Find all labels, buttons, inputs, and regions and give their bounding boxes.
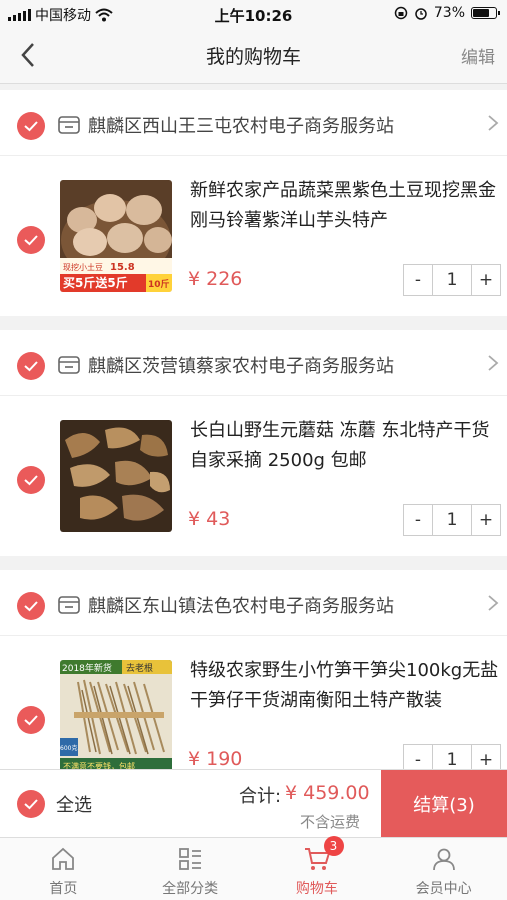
- quantity-value[interactable]: 1: [432, 265, 472, 295]
- battery-icon: [471, 7, 500, 19]
- shop-icon: [58, 356, 80, 374]
- check-icon: [24, 235, 38, 246]
- tab-member-center[interactable]: 会员中心: [380, 838, 507, 900]
- battery-fill: [473, 9, 490, 17]
- product-title[interactable]: 新鲜农家产品蔬菜黑紫色土豆现挖黑金刚马铃薯紫洋山芋头特产: [190, 176, 502, 236]
- product-title[interactable]: 特级农家野生小竹笋干笋尖100kg无盐干笋仔干货湖南衡阳土特产散装: [190, 656, 502, 716]
- check-icon: [24, 715, 38, 726]
- store-checkbox[interactable]: [17, 352, 45, 380]
- product-price: ¥ 43: [188, 508, 231, 530]
- store-header: 麒麟区茨营镇蔡家农村电子商务服务站: [0, 330, 507, 396]
- select-all-label[interactable]: 全选: [56, 791, 92, 817]
- user-icon: [432, 848, 455, 871]
- nav-bar: 我的购物车 编辑: [0, 28, 507, 84]
- shop-icon: [58, 596, 80, 614]
- tab-label: 首页: [49, 881, 78, 897]
- image-tag-price: 15.8: [110, 262, 135, 273]
- quantity-stepper: - 1 +: [403, 264, 501, 296]
- store-checkbox[interactable]: [17, 112, 45, 140]
- select-all-checkbox[interactable]: [17, 790, 45, 818]
- item-checkbox[interactable]: [17, 226, 45, 254]
- product-image-mushrooms[interactable]: [60, 420, 172, 532]
- tab-categories[interactable]: 全部分类: [127, 838, 254, 900]
- battery-percent: 73%: [433, 5, 465, 21]
- cart-item: 现挖小土豆 15.8 买5斤送5斤 10斤 新鲜农家产品蔬菜黑紫色土豆现挖黑金刚…: [0, 156, 507, 316]
- tab-cart[interactable]: 3 购物车: [254, 836, 381, 900]
- decrement-button[interactable]: -: [404, 505, 432, 535]
- status-bar: 中国移动 上午10:26 73%: [0, 0, 507, 28]
- tab-home[interactable]: 首页: [0, 838, 127, 900]
- check-icon: [24, 799, 38, 810]
- store-header: 麒麟区西山王三屯农村电子商务服务站: [0, 90, 507, 156]
- tab-label: 全部分类: [162, 881, 219, 897]
- product-image-potatoes[interactable]: 现挖小土豆 15.8 买5斤送5斤 10斤: [60, 180, 172, 292]
- alarm-icon: [415, 8, 427, 20]
- tab-bar: 首页 全部分类 3 购物车 会员中心: [0, 836, 507, 900]
- image-promo-extra: 10斤: [148, 278, 170, 290]
- store-name[interactable]: 麒麟区东山镇法色农村电子商务服务站: [88, 592, 394, 618]
- decrement-button[interactable]: -: [404, 265, 432, 295]
- check-icon: [24, 361, 38, 372]
- rotation-lock-icon: [394, 6, 408, 20]
- checkout-bar: 全选 合计: ¥ 459.00 不含运费 结算(3): [0, 769, 507, 838]
- product-image-bamboo-shoots[interactable]: 2018年新货 去老根 600克 不满意不要钱，包邮: [60, 660, 172, 772]
- tab-label: 会员中心: [415, 881, 472, 897]
- image-tag-1: 2018年新货: [62, 662, 112, 674]
- store-checkbox[interactable]: [17, 592, 45, 620]
- item-checkbox[interactable]: [17, 706, 45, 734]
- check-icon: [24, 475, 38, 486]
- store-card-1: 麒麟区西山王三屯农村电子商务服务站 现挖小土豆 15.8 买5斤送5斤 10斤: [0, 90, 507, 316]
- chevron-right-icon[interactable]: [487, 354, 499, 372]
- cart-item: 长白山野生元蘑菇 冻蘑 东北特产干货 自家采摘 2500g 包邮 ¥ 43 - …: [0, 396, 507, 556]
- store-card-3: 麒麟区东山镇法色农村电子商务服务站 2018年新货 去老根 600克 不满意不要…: [0, 570, 507, 796]
- total-value: ¥ 459.00: [285, 782, 370, 804]
- shipping-note: 不含运费: [300, 813, 361, 831]
- image-tag-1: 现挖小土豆: [63, 262, 103, 272]
- product-title[interactable]: 长白山野生元蘑菇 冻蘑 东北特产干货 自家采摘 2500g 包邮: [190, 416, 502, 476]
- page-title: 我的购物车: [205, 46, 301, 68]
- cart-badge: 3: [323, 836, 344, 856]
- tab-label: 购物车: [295, 881, 338, 897]
- store-header: 麒麟区东山镇法色农村电子商务服务站: [0, 570, 507, 636]
- edit-button[interactable]: 编辑: [461, 43, 495, 68]
- check-icon: [24, 121, 38, 132]
- shop-icon: [58, 116, 80, 134]
- category-icon: [179, 848, 202, 870]
- store-name[interactable]: 麒麟区茨营镇蔡家农村电子商务服务站: [88, 352, 394, 378]
- product-price: ¥ 190: [188, 748, 243, 770]
- increment-button[interactable]: +: [472, 265, 500, 295]
- quantity-value[interactable]: 1: [432, 505, 472, 535]
- quantity-stepper: - 1 +: [403, 504, 501, 536]
- increment-button[interactable]: +: [472, 505, 500, 535]
- check-icon: [24, 601, 38, 612]
- image-tag-2: 去老根: [126, 662, 153, 674]
- item-checkbox[interactable]: [17, 466, 45, 494]
- store-name[interactable]: 麒麟区西山王三屯农村电子商务服务站: [88, 112, 394, 138]
- image-price-tag: 600克: [60, 744, 77, 752]
- home-icon: [52, 847, 75, 870]
- status-right: 73%: [394, 5, 500, 21]
- image-promo: 买5斤送5斤: [63, 275, 128, 290]
- chevron-right-icon[interactable]: [487, 114, 499, 132]
- product-price: ¥ 226: [188, 268, 243, 290]
- chevron-right-icon[interactable]: [487, 594, 499, 612]
- store-card-2: 麒麟区茨营镇蔡家农村电子商务服务站 长白山野生元蘑菇 冻蘑 东北特产干货 自家采…: [0, 330, 507, 556]
- total-label: 合计:: [239, 786, 282, 807]
- checkout-button[interactable]: 结算(3): [381, 770, 507, 838]
